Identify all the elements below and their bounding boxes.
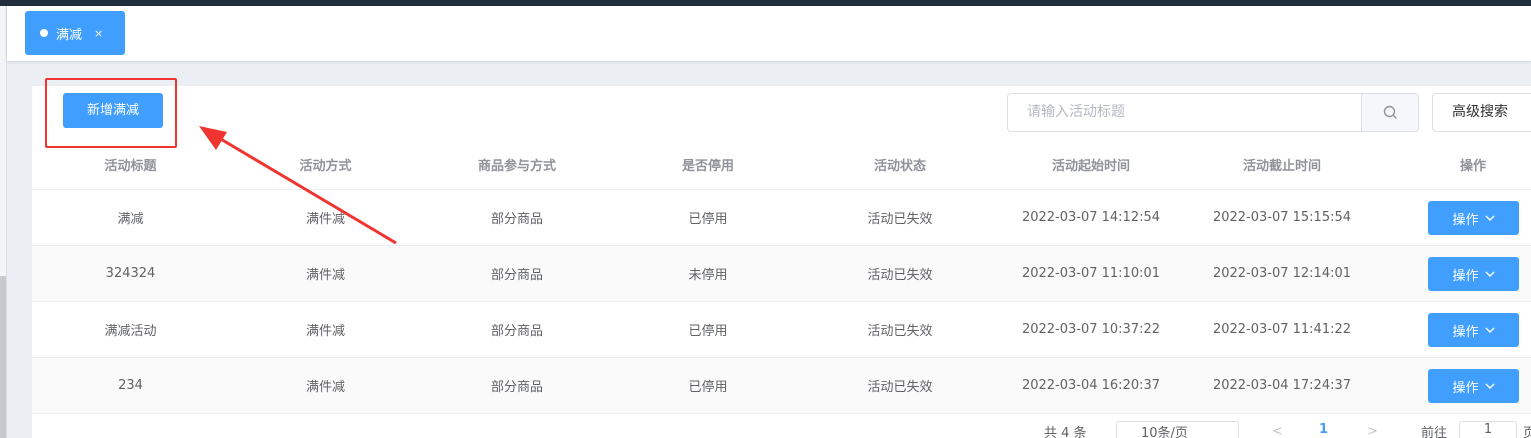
cell-end-time: 2022-03-07 11:41:22 [1212, 322, 1352, 337]
tab-manjian[interactable]: 满减 × [25, 11, 125, 55]
chevron-down-icon [1485, 383, 1494, 389]
search-box[interactable]: 请输入活动标题 [1007, 93, 1419, 132]
action-label: 操作 [1452, 380, 1479, 396]
cell-status: 活动已失效 [867, 268, 933, 283]
cell-disabled: 已停用 [688, 324, 728, 339]
cell-title: 满减活动 [104, 324, 157, 339]
active-dot-icon [40, 29, 48, 37]
cell-product-mode: 部分商品 [490, 380, 543, 395]
advanced-search-button[interactable]: 高级搜索 [1432, 93, 1531, 132]
main-card: 新增满减 请输入活动标题 高级搜索 活动标题 活动方式 商品参与方式 是否停用 … [32, 86, 1531, 438]
action-label: 操作 [1452, 268, 1479, 284]
annotation-highlight-box [45, 78, 177, 148]
cell-start-time: 2022-03-04 16:20:37 [1021, 378, 1161, 393]
row-action-button[interactable]: 操作 [1428, 313, 1519, 347]
pagination-total: 共 4 条 [1044, 426, 1087, 438]
action-label: 操作 [1452, 212, 1479, 228]
header-start-time[interactable]: 活动起始时间 [996, 140, 1186, 189]
goto-page-input[interactable]: 1 [1459, 421, 1517, 438]
row-action-button[interactable]: 操作 [1428, 369, 1519, 403]
cell-start-time: 2022-03-07 10:37:22 [1021, 322, 1161, 337]
pagination: 共 4 条 10条/页 < 1 > 前往 1 页 [32, 421, 1531, 438]
cell-product-mode: 部分商品 [490, 212, 543, 227]
cell-product-mode: 部分商品 [490, 324, 543, 339]
header-method[interactable]: 活动方式 [229, 140, 422, 189]
cell-end-time: 2022-03-07 12:14:01 [1212, 266, 1352, 281]
row-action-button[interactable]: 操作 [1428, 201, 1519, 235]
cell-end-time: 2022-03-04 17:24:37 [1212, 378, 1352, 393]
action-label: 操作 [1452, 324, 1479, 340]
chevron-down-icon [1485, 271, 1494, 277]
search-button[interactable] [1361, 94, 1418, 131]
table-row[interactable]: 324324 满件减 部分商品 未停用 活动已失效 2022-03-07 11:… [32, 246, 1531, 302]
cell-status: 活动已失效 [867, 212, 933, 227]
cell-disabled: 已停用 [688, 380, 728, 395]
tab-label: 满减 [56, 27, 83, 43]
cell-method: 满件减 [305, 212, 345, 227]
cell-method: 满件减 [305, 380, 345, 395]
tab-bar: 满减 × [7, 6, 1531, 61]
cell-start-time: 2022-03-07 11:10:01 [1021, 266, 1161, 281]
header-end-time[interactable]: 活动截止时间 [1186, 140, 1378, 189]
next-page-button[interactable]: > [1367, 424, 1378, 438]
goto-unit: 页 [1523, 426, 1531, 438]
left-scrollbar-thumb[interactable] [0, 276, 6, 438]
prev-page-button[interactable]: < [1272, 424, 1283, 438]
header-disabled[interactable]: 是否停用 [612, 140, 804, 189]
page-size-select[interactable]: 10条/页 [1116, 421, 1239, 438]
cell-start-time: 2022-03-07 14:12:54 [1021, 210, 1161, 225]
header-status[interactable]: 活动状态 [804, 140, 996, 189]
cell-method: 满件减 [305, 324, 345, 339]
tab-close-icon[interactable]: × [94, 27, 103, 40]
goto-label: 前往 [1421, 426, 1448, 438]
search-input[interactable]: 请输入活动标题 [1027, 94, 1125, 131]
chevron-down-icon [1485, 215, 1494, 221]
cell-status: 活动已失效 [867, 380, 933, 395]
cell-end-time: 2022-03-07 15:15:54 [1212, 210, 1352, 225]
cell-product-mode: 部分商品 [490, 268, 543, 283]
cell-title: 满减 [117, 212, 144, 227]
table-header: 活动标题 活动方式 商品参与方式 是否停用 活动状态 活动起始时间 活动截止时间… [32, 140, 1531, 190]
cell-method: 满件减 [305, 268, 345, 283]
page-number-current[interactable]: 1 [1319, 422, 1328, 437]
left-edge-scroll [0, 6, 7, 438]
table-row[interactable]: 满减 满件减 部分商品 已停用 活动已失效 2022-03-07 14:12:5… [32, 190, 1531, 246]
cell-title: 234 [118, 378, 143, 393]
cell-disabled: 未停用 [688, 268, 728, 283]
table-row[interactable]: 满减活动 满件减 部分商品 已停用 活动已失效 2022-03-07 10:37… [32, 302, 1531, 358]
search-icon [1383, 105, 1397, 119]
cell-title: 324324 [105, 266, 156, 281]
cell-status: 活动已失效 [867, 324, 933, 339]
chevron-down-icon [1485, 327, 1494, 333]
header-actions: 操作 [1459, 159, 1486, 174]
table-row[interactable]: 234 满件减 部分商品 已停用 活动已失效 2022-03-04 16:20:… [32, 358, 1531, 414]
row-action-button[interactable]: 操作 [1428, 257, 1519, 291]
header-product-mode[interactable]: 商品参与方式 [422, 140, 612, 189]
cell-disabled: 已停用 [688, 212, 728, 227]
